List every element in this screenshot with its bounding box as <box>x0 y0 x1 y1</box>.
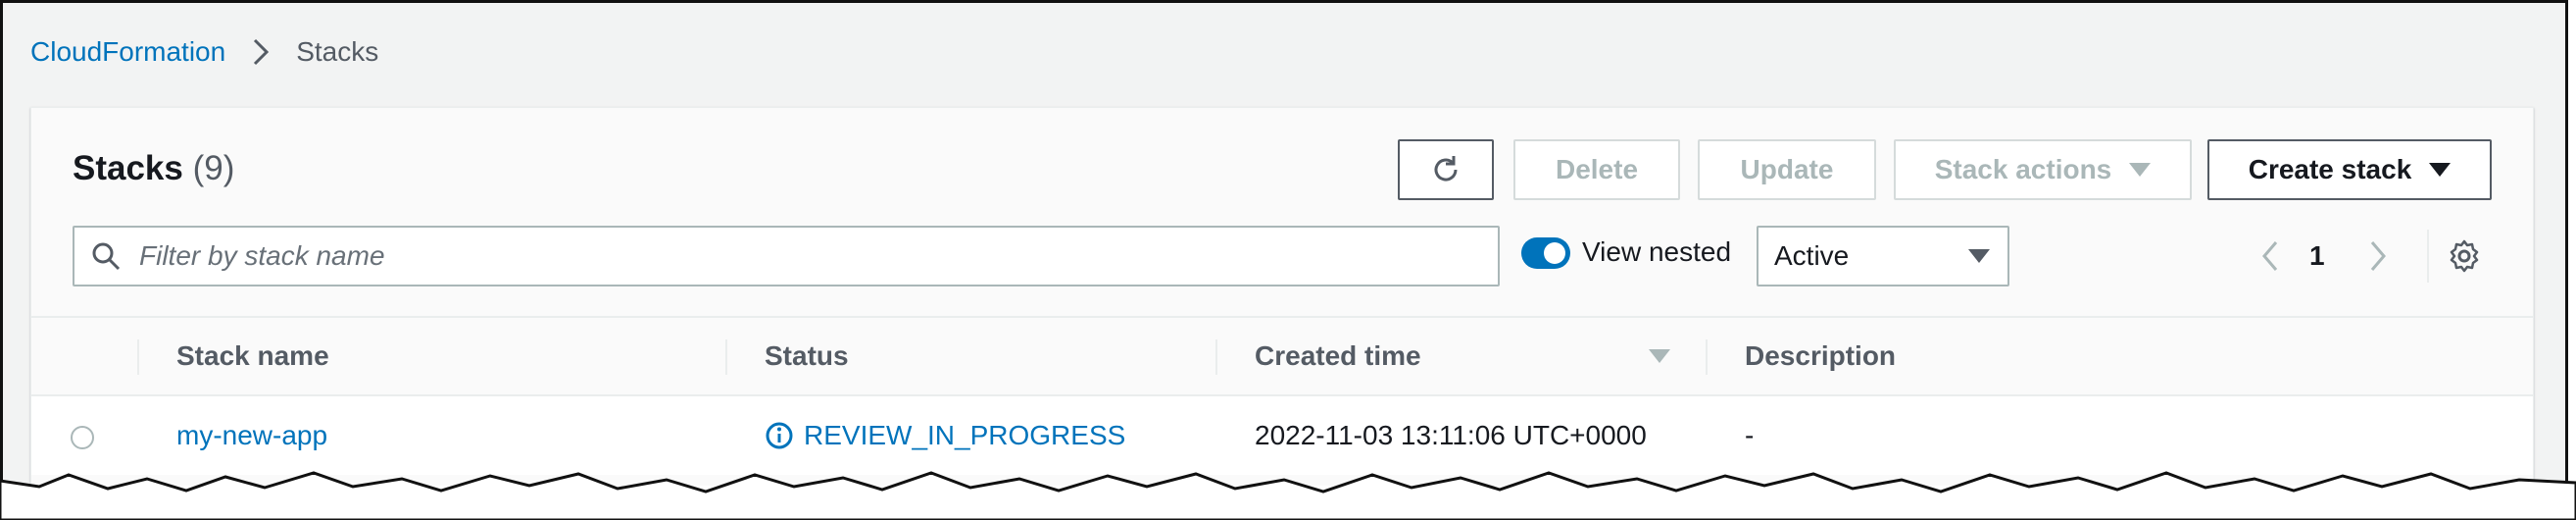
column-header-stack-name[interactable]: Stack name <box>176 318 329 394</box>
search-icon <box>92 242 121 271</box>
breadcrumb: CloudFormation Stacks <box>30 32 378 72</box>
column-header-created-time[interactable]: Created time <box>1255 318 1421 394</box>
stacks-table: Stack name Status Created time Descripti… <box>31 316 2533 475</box>
pagination-divider <box>2427 230 2429 283</box>
column-divider <box>137 339 139 375</box>
console-frame: CloudFormation Stacks Stacks (9) Delete … <box>0 0 2568 486</box>
table-header: Stack name Status Created time Descripti… <box>31 316 2533 396</box>
caret-down-icon <box>2429 163 2452 177</box>
breadcrumb-cloudformation-link[interactable]: CloudFormation <box>30 36 225 68</box>
page-title: Stacks (9) <box>73 149 234 188</box>
view-nested-label: View nested <box>1582 236 1732 267</box>
stack-status-text: REVIEW_IN_PROGRESS <box>804 420 1126 450</box>
column-divider <box>1215 339 1217 375</box>
next-page-button[interactable] <box>2362 226 2392 286</box>
column-header-description[interactable]: Description <box>1745 318 1896 394</box>
page-number[interactable]: 1 <box>2309 226 2325 286</box>
stack-actions-button[interactable]: Stack actions <box>1894 139 2192 200</box>
status-filter-select[interactable]: Active <box>1757 226 2009 286</box>
column-divider <box>1706 339 1708 375</box>
stack-actions-label: Stack actions <box>1934 154 2112 184</box>
column-divider <box>725 339 727 375</box>
preferences-button[interactable] <box>2447 226 2482 286</box>
update-button[interactable]: Update <box>1698 139 1876 200</box>
caret-down-icon <box>1968 249 1990 263</box>
refresh-button[interactable] <box>1398 139 1494 200</box>
caret-down-icon <box>2129 163 2152 177</box>
column-header-status[interactable]: Status <box>765 318 849 394</box>
panel-title-text: Stacks <box>73 149 183 187</box>
torn-edge-decoration <box>0 471 2576 520</box>
stack-count: (9) <box>192 149 235 187</box>
view-nested-toggle[interactable] <box>1521 237 1570 269</box>
delete-button-label: Delete <box>1555 154 1639 184</box>
chevron-right-icon <box>2370 241 2386 271</box>
stack-filter[interactable] <box>73 226 1500 286</box>
create-stack-button[interactable]: Create stack <box>2207 139 2492 200</box>
status-filter-value: Active <box>1774 240 1850 271</box>
row-select-radio[interactable] <box>71 426 94 449</box>
gear-icon <box>2450 239 2479 273</box>
chevron-left-icon <box>2262 241 2278 271</box>
previous-page-button[interactable] <box>2256 226 2286 286</box>
info-icon <box>766 422 793 449</box>
stacks-panel: Stacks (9) Delete Update Stack actions C… <box>30 107 2534 486</box>
update-button-label: Update <box>1740 154 1834 184</box>
chevron-right-icon <box>254 38 270 66</box>
delete-button[interactable]: Delete <box>1513 139 1680 200</box>
search-input[interactable] <box>137 239 1415 273</box>
refresh-icon <box>1434 156 1458 182</box>
breadcrumb-current: Stacks <box>296 36 379 67</box>
create-stack-label: Create stack <box>2248 154 2412 184</box>
sort-descending-icon[interactable] <box>1649 349 1670 363</box>
